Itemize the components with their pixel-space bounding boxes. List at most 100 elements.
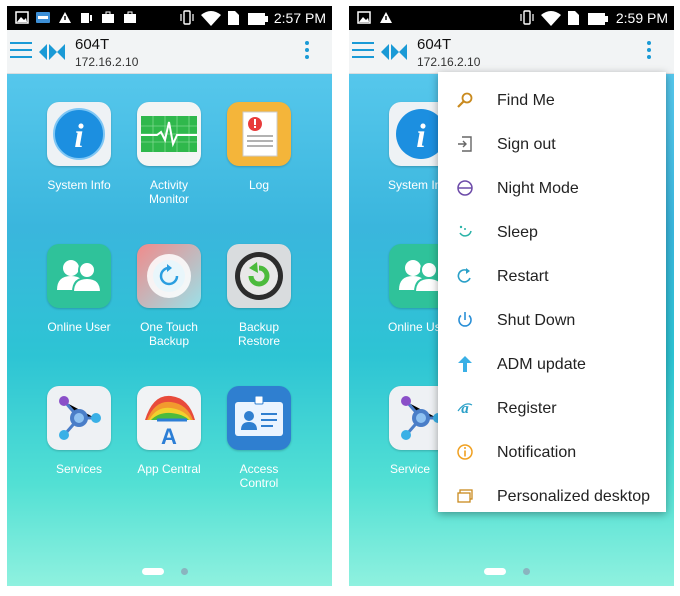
refresh-icon (137, 244, 201, 308)
briefcase-icon (124, 11, 136, 23)
app-central-icon: A (137, 386, 201, 450)
device-ip: 172.16.2.10 (75, 55, 139, 69)
warning-icon (380, 12, 392, 23)
menu-label: Restart (497, 268, 549, 285)
menu-item-personalized-desktop[interactable]: Personalized desktop (438, 474, 666, 518)
magnifier-icon (457, 92, 473, 108)
app-central[interactable]: A App Central (124, 386, 214, 476)
app-label: Log (248, 178, 270, 192)
menu-item-sign-out[interactable]: Sign out (438, 122, 666, 166)
log-document-icon (227, 102, 291, 166)
menu-icon[interactable] (10, 42, 32, 60)
app-online-user[interactable]: Online User (34, 244, 124, 334)
upload-arrow-icon (458, 356, 472, 372)
desktop-icon (457, 489, 473, 503)
page-dot[interactable] (523, 568, 530, 575)
menu-item-find-me[interactable]: Find Me (438, 78, 666, 122)
page-indicator (349, 568, 674, 578)
menu-item-notification[interactable]: Notification (438, 430, 666, 474)
app-backup-restore[interactable]: Backup Restore (214, 244, 304, 348)
app-label: Online User (47, 320, 111, 334)
menu-label: ADM update (497, 356, 586, 373)
menu-item-night-mode[interactable]: Night Mode (438, 166, 666, 210)
device-name: 604T (75, 36, 110, 53)
power-icon (458, 312, 472, 327)
wifi-icon (541, 11, 561, 26)
warning-icon (59, 12, 71, 23)
restore-icon (227, 244, 291, 308)
app-label: Backup Restore (237, 320, 281, 348)
page-indicator (7, 568, 332, 578)
status-bar: 2:57 PM (7, 6, 332, 30)
app-one-touch-backup[interactable]: One Touch Backup (124, 244, 214, 348)
app-activity-monitor[interactable]: Activity Monitor (124, 102, 214, 206)
app-system-info[interactable]: i System Info (34, 102, 124, 192)
menu-label: Sign out (497, 136, 556, 153)
info-icon: i (47, 102, 111, 166)
battery-icon (248, 13, 268, 25)
menu-label: Shut Down (497, 312, 576, 329)
status-bar: 2:59 PM (349, 6, 674, 30)
battery-icon (588, 13, 608, 25)
phone-screen-menu-open: 2:59 PM 604T 172.16.2.10 i System In Onl… (349, 6, 674, 586)
app-access-control[interactable]: Access Control (214, 386, 304, 490)
device-ip: 172.16.2.10 (417, 55, 481, 69)
menu-label: Notification (497, 444, 577, 461)
users-icon (47, 244, 111, 308)
status-time: 2:57 PM (273, 10, 326, 26)
menu-item-register[interactable]: a Register (438, 386, 666, 430)
brand-logo-icon (39, 44, 65, 60)
menu-label: Personalized desktop (497, 488, 650, 505)
heartbeat-icon (137, 102, 201, 166)
menu-label: Register (497, 400, 557, 417)
app-bar: 604T 172.16.2.10 (349, 30, 674, 74)
device-name: 604T (417, 36, 452, 53)
app-bar: 604T 172.16.2.10 (7, 30, 332, 74)
more-options-icon[interactable] (646, 41, 652, 63)
options-menu: Find Me Sign out Night Mode Sleep Restar… (438, 72, 666, 512)
menu-label: Sleep (497, 224, 538, 241)
menu-label: Night Mode (497, 180, 579, 197)
menu-item-adm-update[interactable]: ADM update (438, 342, 666, 386)
more-options-icon[interactable] (304, 41, 310, 63)
app-log[interactable]: Log (214, 102, 304, 192)
vibrate-icon (520, 10, 534, 25)
app-grid: i System Info Activity Monitor Log Onlin… (7, 74, 332, 586)
app-services[interactable]: Services (34, 386, 124, 476)
services-node-icon (47, 386, 111, 450)
menu-item-sleep[interactable]: Sleep (438, 210, 666, 254)
phone-screen-home: 2:57 PM 604T 172.16.2.10 i System Info A… (7, 6, 332, 586)
app-label: Access Control (239, 462, 279, 490)
app-label: Activity Monitor (148, 178, 189, 206)
register-icon: a (457, 401, 473, 417)
brand-logo-icon (381, 44, 407, 60)
sign-out-icon (458, 136, 472, 152)
app-notification-icon (36, 12, 50, 23)
gallery-icon (357, 11, 371, 24)
menu-item-restart[interactable]: Restart (438, 254, 666, 298)
info-circle-icon (457, 444, 473, 460)
page-dot[interactable] (181, 568, 188, 575)
svg-text:i: i (416, 118, 426, 155)
app-label: System Info (47, 178, 111, 192)
wifi-icon (201, 11, 221, 26)
sim-card-icon (568, 11, 579, 25)
sleep-icon (459, 225, 472, 237)
svg-text:A: A (161, 424, 177, 449)
sim-card-icon (228, 11, 239, 25)
id-card-icon (227, 386, 291, 450)
menu-item-shut-down[interactable]: Shut Down (438, 298, 666, 342)
app-label: Services (55, 462, 102, 476)
app-label: App Central (137, 462, 201, 476)
night-mode-icon (457, 180, 473, 196)
page-dot-active[interactable] (142, 568, 164, 575)
restart-icon (457, 268, 471, 283)
app-label: One Touch Backup (140, 320, 198, 348)
page-dot-active[interactable] (484, 568, 506, 575)
briefcase-icon (102, 11, 114, 23)
status-time: 2:59 PM (615, 10, 668, 26)
download-icon (81, 13, 92, 23)
svg-text:i: i (74, 118, 84, 155)
gallery-icon (15, 11, 29, 24)
menu-icon[interactable] (352, 42, 374, 60)
